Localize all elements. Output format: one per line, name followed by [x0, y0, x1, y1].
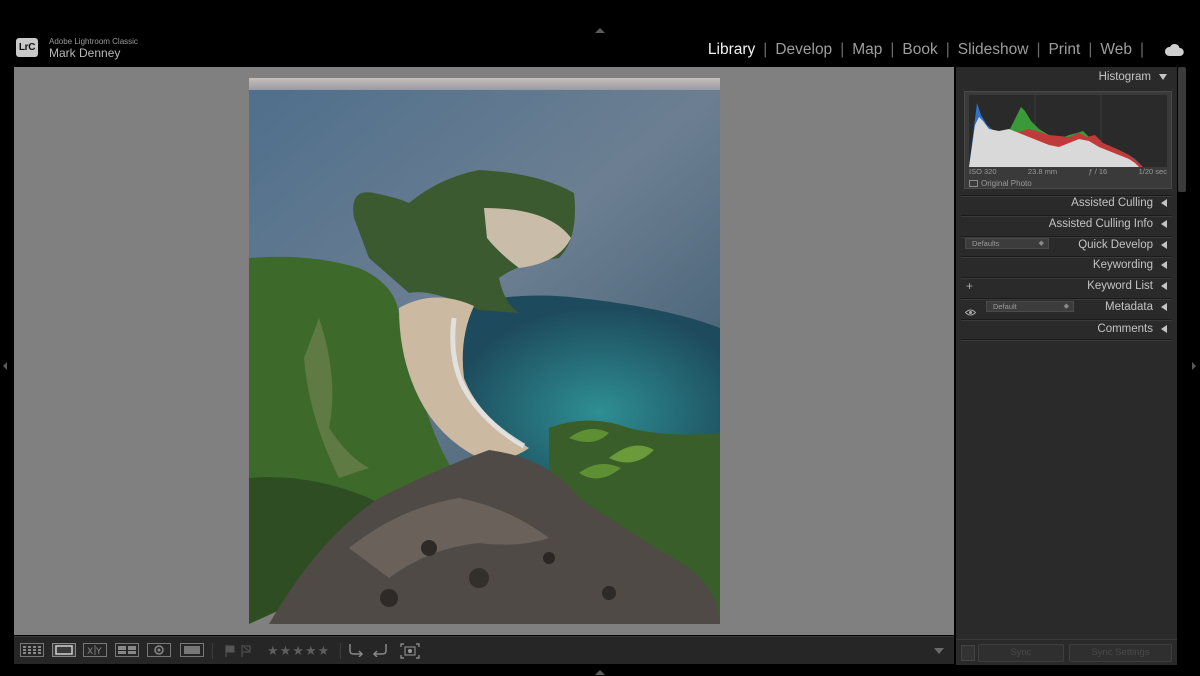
stepper-icon: ◆	[1038, 240, 1044, 247]
histogram-graph	[969, 95, 1167, 167]
original-photo-label: Original Photo	[981, 179, 1032, 188]
iso-value: ISO 320	[969, 167, 997, 176]
module-separator: |	[1036, 41, 1041, 58]
cloud-icon[interactable]	[1164, 43, 1184, 57]
flag-controls	[224, 644, 254, 658]
chevron-left-icon	[1161, 220, 1167, 228]
toolbar-content-chevron-down-icon[interactable]	[934, 648, 944, 654]
lrc-logo: LrC	[16, 38, 38, 57]
divider	[961, 215, 1172, 217]
shutter-speed-value: 1/20 sec	[1138, 167, 1167, 176]
quick-develop-preset-value: Defaults	[972, 239, 1000, 248]
module-print[interactable]: Print	[1048, 41, 1080, 59]
aperture-value: ƒ / 16	[1088, 167, 1108, 176]
rotate-right-icon[interactable]	[371, 643, 389, 657]
chevron-left-icon	[1161, 325, 1167, 333]
flag-pick-icon	[225, 645, 235, 657]
svg-text:Y: Y	[95, 647, 102, 657]
people-view-icon[interactable]	[147, 643, 171, 657]
module-separator: |	[1139, 41, 1144, 58]
module-separator: |	[890, 41, 895, 58]
module-separator: |	[763, 41, 768, 58]
module-map[interactable]: Map	[852, 41, 882, 59]
metadata-title: Metadata	[1105, 301, 1153, 313]
add-keyword-plus-icon[interactable]: +	[966, 280, 973, 292]
slideshow-icon[interactable]	[180, 643, 204, 657]
product-name: Adobe Lightroom Classic	[49, 37, 138, 46]
histogram-header[interactable]: Histogram	[1099, 71, 1167, 83]
original-photo-icon	[969, 180, 978, 187]
left-panel-toggle-icon[interactable]	[3, 362, 7, 370]
metadata-preset-value: Default	[993, 302, 1017, 311]
filmstrip-toggle-icon[interactable]	[595, 670, 605, 675]
module-picker: Library | Develop | Map | Book | Slidesh…	[708, 41, 1184, 59]
toolbar-divider	[340, 643, 341, 659]
chevron-left-icon	[1161, 199, 1167, 207]
module-slideshow[interactable]: Slideshow	[958, 41, 1029, 59]
comments-title: Comments	[1097, 323, 1153, 335]
quick-develop-preset-select[interactable]: Defaults ◆	[965, 238, 1049, 249]
histogram[interactable]: ISO 320 23.8 mm ƒ / 16 1/20 sec Original…	[964, 91, 1172, 189]
top-panel-toggle-icon[interactable]	[595, 28, 605, 33]
loupe-view-icon[interactable]	[52, 643, 76, 657]
module-library[interactable]: Library	[708, 41, 755, 59]
compare-view-icon[interactable]: X Y	[83, 643, 107, 657]
auto-sync-switch[interactable]	[961, 645, 975, 661]
svg-text:X: X	[87, 647, 93, 657]
metadata-preset-select[interactable]: Default ◆	[986, 301, 1074, 312]
assisted-culling-title: Assisted Culling	[1071, 197, 1153, 209]
toolbar-divider	[212, 643, 213, 659]
survey-view-icon[interactable]	[115, 643, 139, 657]
module-separator: |	[840, 41, 845, 58]
module-develop[interactable]: Develop	[775, 41, 832, 59]
keywording-title: Keywording	[1092, 259, 1153, 271]
quick-develop-header[interactable]: Quick Develop	[1078, 239, 1167, 251]
module-separator: |	[1088, 41, 1093, 58]
sync-button[interactable]: Sync	[978, 644, 1064, 662]
assisted-culling-header[interactable]: Assisted Culling	[1071, 197, 1167, 209]
divider	[961, 319, 1172, 321]
comments-header[interactable]: Comments	[1097, 323, 1167, 335]
histogram-title: Histogram	[1098, 71, 1151, 83]
crop-faces-icon[interactable]	[400, 643, 420, 659]
focal-length-value: 23.8 mm	[1027, 167, 1058, 176]
grid-view-icon[interactable]	[20, 643, 44, 657]
sync-settings-button[interactable]: Sync Settings	[1069, 644, 1172, 662]
panel-scrollbar[interactable]	[1178, 67, 1186, 192]
rotate-left-icon[interactable]	[347, 643, 365, 657]
module-separator: |	[945, 41, 950, 58]
module-book[interactable]: Book	[902, 41, 937, 59]
original-photo-indicator[interactable]: Original Photo	[969, 179, 1032, 188]
landscape-photo[interactable]	[249, 78, 720, 624]
chevron-left-icon	[1161, 241, 1167, 249]
sync-bar: Sync Sync Settings	[956, 639, 1177, 665]
exif-info: ISO 320 23.8 mm ƒ / 16 1/20 sec	[969, 167, 1167, 176]
star-rating[interactable]: ★★★★★	[267, 644, 330, 658]
loupe-viewer[interactable]	[14, 67, 954, 635]
top-bar: LrC Adobe Lightroom Classic Mark Denney …	[0, 0, 1200, 66]
keyword-list-header[interactable]: Keyword List	[1087, 280, 1167, 292]
module-web[interactable]: Web	[1100, 41, 1132, 59]
chevron-down-icon	[1159, 74, 1167, 80]
right-panel: Histogram ISO 320 23.8 mm ƒ / 16 1/20 se…	[956, 67, 1177, 665]
user-name: Mark Denney	[49, 46, 121, 60]
divider	[961, 256, 1172, 258]
viewer-toolbar: X Y ★★★★★	[14, 636, 954, 664]
keywording-header[interactable]: Keywording	[1093, 259, 1167, 271]
keyword-list-title: Keyword List	[1087, 280, 1153, 292]
quick-develop-title: Quick Develop	[1078, 239, 1153, 251]
divider	[961, 298, 1172, 300]
identity-plate: Adobe Lightroom Classic Mark Denney	[49, 37, 138, 60]
assisted-culling-info-header[interactable]: Assisted Culling Info	[1049, 218, 1167, 230]
chevron-left-icon	[1161, 261, 1167, 269]
metadata-header[interactable]: Metadata	[1105, 301, 1167, 313]
stepper-icon: ◆	[1063, 303, 1069, 310]
chevron-left-icon	[1161, 282, 1167, 290]
assisted-culling-info-title: Assisted Culling Info	[1048, 218, 1153, 230]
chevron-left-icon	[1161, 303, 1167, 311]
divider	[961, 277, 1172, 279]
flag-reject-icon	[241, 645, 251, 657]
right-panel-toggle-icon[interactable]	[1192, 362, 1196, 370]
divider	[961, 339, 1172, 341]
